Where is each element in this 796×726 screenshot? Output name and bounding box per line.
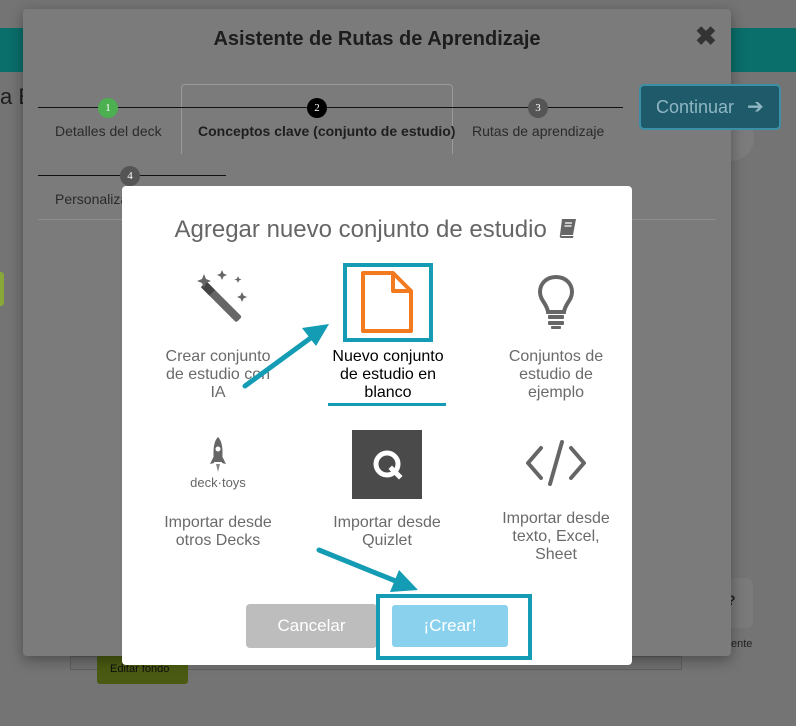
annotation-arrows: [242, 324, 418, 592]
arrow-icon: [316, 547, 418, 592]
arrow-icon: [242, 324, 329, 389]
